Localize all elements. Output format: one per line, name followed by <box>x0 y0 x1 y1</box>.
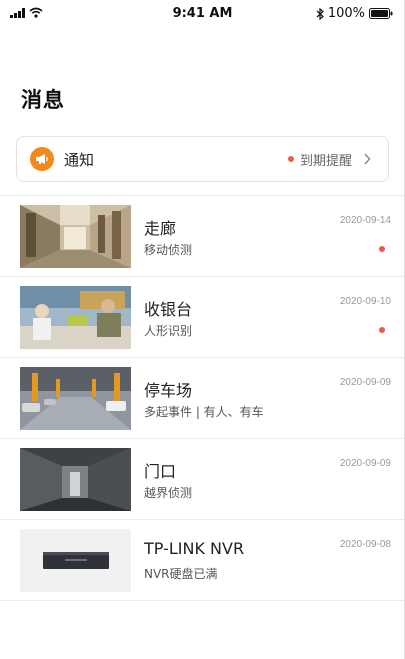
message-title: 门口 <box>144 462 177 481</box>
megaphone-icon <box>30 147 54 171</box>
expiry-reminder-label: 到期提醒 <box>299 153 352 169</box>
unread-dot <box>379 246 385 252</box>
status-right: 100% <box>316 6 393 21</box>
notification-label: 通知 <box>64 150 95 169</box>
chevron-right-icon <box>360 152 374 166</box>
message-date: 2020-09-10 <box>339 296 391 307</box>
page-title: 消息 <box>21 88 65 112</box>
message-title: 收银台 <box>144 300 193 319</box>
message-list: 走廊 移动侦测 2020-09-14 收银台 人形识别 2020-09-10 停… <box>0 196 405 601</box>
unread-dot <box>287 156 294 162</box>
message-item-nvr[interactable]: TP-LINK NVR NVR硬盘已满 2020-09-08 <box>0 520 405 601</box>
entrance-thumbnail <box>20 448 131 511</box>
notification-bar[interactable]: 通知 到期提醒 <box>16 136 389 182</box>
message-subtitle: 越界侦测 <box>144 486 193 500</box>
message-subtitle: 移动侦测 <box>144 243 193 257</box>
message-date: 2020-09-09 <box>339 377 391 388</box>
expiry-reminder[interactable]: 到期提醒 <box>287 137 374 181</box>
message-title: TP-LINK NVR <box>144 539 245 558</box>
message-subtitle: NVR硬盘已满 <box>144 567 218 581</box>
message-subtitle: 多起事件 | 有人、有车 <box>144 405 264 419</box>
message-item-entrance[interactable]: 门口 越界侦测 2020-09-09 <box>0 439 405 520</box>
message-date: 2020-09-09 <box>339 458 391 469</box>
parking-thumbnail <box>20 367 131 430</box>
corridor-thumbnail <box>20 205 131 268</box>
message-item-parking[interactable]: 停车场 多起事件 | 有人、有车 2020-09-09 <box>0 358 405 439</box>
message-title: 停车场 <box>144 381 193 400</box>
battery-icon <box>369 8 393 19</box>
message-date: 2020-09-14 <box>339 215 391 226</box>
status-bar: 9:41 AM 100% <box>0 0 405 28</box>
message-title: 走廊 <box>144 219 177 238</box>
message-date: 2020-09-08 <box>339 539 391 550</box>
message-item-cashier[interactable]: 收银台 人形识别 2020-09-10 <box>0 277 405 358</box>
unread-dot <box>379 327 385 333</box>
bluetooth-icon <box>316 7 324 20</box>
message-subtitle: 人形识别 <box>144 324 193 338</box>
cashier-thumbnail <box>20 286 131 349</box>
nvr-thumbnail <box>20 529 131 592</box>
message-item-corridor[interactable]: 走廊 移动侦测 2020-09-14 <box>0 196 405 277</box>
battery-percent: 100% <box>327 6 365 21</box>
